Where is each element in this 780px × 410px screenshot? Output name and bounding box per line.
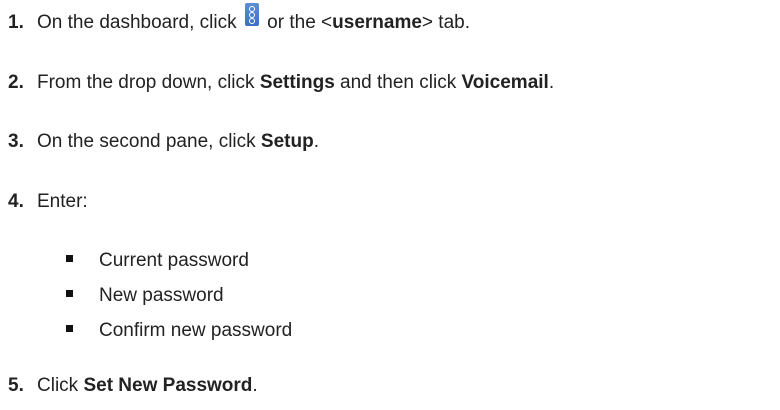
- kebab-menu-icon: [244, 3, 259, 26]
- step-number: 1.: [8, 12, 24, 33]
- list-item-label: Confirm new password: [99, 320, 293, 341]
- step-3: 3. On the second pane, click Setup.: [8, 130, 319, 154]
- instructions-page: 1. On the dashboard, click or the <userna…: [0, 0, 780, 410]
- step-5: 5. Click Set New Password.: [8, 374, 258, 398]
- step-text: On the dashboard, click or the <username…: [37, 3, 470, 33]
- step-text: Click Set New Password.: [37, 375, 258, 396]
- step-4: 4. Enter:: [8, 190, 88, 214]
- bullet-icon: [66, 255, 73, 262]
- bullet-icon: [66, 325, 73, 332]
- step-number: 4.: [8, 191, 24, 212]
- step-number: 3.: [8, 131, 24, 152]
- list-item: New password: [66, 284, 224, 308]
- step-text: Enter:: [37, 191, 88, 212]
- list-item-label: Current password: [99, 250, 249, 271]
- step-text: From the drop down, click Settings and t…: [37, 72, 555, 93]
- step-1: 1. On the dashboard, click or the <userna…: [8, 3, 470, 35]
- list-item-label: New password: [99, 285, 224, 306]
- step-number: 2.: [8, 72, 24, 93]
- list-item: Confirm new password: [66, 319, 292, 343]
- bullet-icon: [66, 290, 73, 297]
- step-number: 5.: [8, 375, 24, 396]
- step-2: 2. From the drop down, click Settings and…: [8, 71, 554, 95]
- step-text: On the second pane, click Setup.: [37, 131, 319, 152]
- list-item: Current password: [66, 249, 249, 273]
